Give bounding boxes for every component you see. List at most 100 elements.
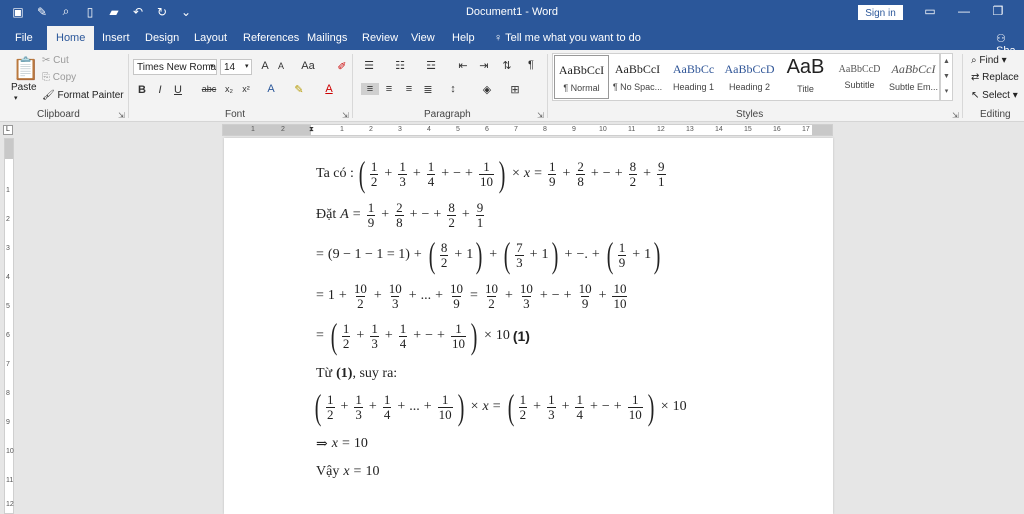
bullets-icon[interactable]: ☰ [362, 59, 376, 72]
minimize-icon[interactable]: — [954, 4, 974, 18]
ruler-tick: 12 [657, 126, 665, 133]
copy-icon: ⎘ [42, 72, 53, 83]
restore-icon[interactable]: ❐ [988, 4, 1008, 18]
ruler-tick: 6 [485, 126, 489, 133]
select-button[interactable]: ↖ Select ▾ [971, 90, 1018, 101]
math-line-8: ⇒ x = 10 [316, 436, 368, 452]
tab-mailings[interactable]: Mailings [307, 32, 347, 44]
font-launcher-icon[interactable]: ⇲ [342, 111, 349, 120]
strikethrough-icon[interactable]: abc [200, 84, 218, 94]
tab-file[interactable]: File [15, 32, 33, 44]
cut-button[interactable]: ✂ Cut [42, 55, 69, 66]
tab-help[interactable]: Help [452, 32, 475, 44]
style-title[interactable]: AaB Title [778, 55, 833, 99]
tab-review[interactable]: Review [362, 32, 398, 44]
show-marks-icon[interactable]: ¶ [524, 59, 538, 71]
person-icon: ⚇ [996, 33, 1006, 45]
bold-icon[interactable]: B [135, 84, 149, 96]
text-effects-icon[interactable]: A [264, 83, 278, 95]
font-size-dropdown-icon[interactable]: ▾ [245, 62, 249, 70]
superscript-icon[interactable]: x² [239, 84, 253, 94]
document-page[interactable]: Ta có : ( 1 2 + 1 3 + 1 4 + − + 1 10 ) × x = 1 9 + 2 8 +… [224, 138, 833, 514]
font-name-dropdown-icon[interactable]: ▾ [210, 62, 214, 70]
styles-group-label: Styles [736, 109, 764, 120]
underline-icon[interactable]: U [171, 84, 185, 96]
style-heading-1[interactable]: AaBbCc Heading 1 [666, 55, 721, 99]
paragraph-launcher-icon[interactable]: ⇲ [537, 111, 544, 120]
tab-layout[interactable]: Layout [194, 32, 227, 44]
align-right-icon[interactable]: ≡ [402, 83, 416, 95]
style-heading-2[interactable]: AaBbCcD Heading 2 [722, 55, 777, 99]
clear-formatting-icon[interactable]: ✐ [335, 60, 349, 73]
shading-icon[interactable]: ◈ [480, 83, 494, 96]
tell-me-search[interactable]: ♀ Tell me what you want to do [494, 32, 641, 44]
tab-insert[interactable]: Insert [102, 32, 130, 44]
horizontal-ruler[interactable]: 1 2 ⧗ 1 2 3 4 5 6 7 8 9 10 11 12 13 14 1… [222, 124, 833, 136]
subscript-icon[interactable]: x₂ [222, 84, 236, 94]
ruler-tick: 10 [6, 448, 14, 455]
justify-icon[interactable]: ≣ [421, 83, 435, 96]
ruler-tick: 5 [6, 303, 10, 310]
group-divider [962, 54, 963, 118]
scroll-up-icon[interactable]: ▲ [941, 54, 952, 69]
paste-icon[interactable]: 📋 [12, 56, 39, 82]
ruler-tick: 16 [773, 126, 781, 133]
math-line-2: Đặt A = 1 9 + 2 8 + − + 8 2 + 91 [316, 199, 485, 230]
ruler-tick: 2 [369, 126, 373, 133]
title-bar: ▣ ✎ ⌕ ▯ ▰ ↶ ↻ ⌄ Document1 - Word Sign in… [0, 0, 1024, 26]
ruler-tick: 8 [543, 126, 547, 133]
line-spacing-icon[interactable]: ↕ [446, 83, 460, 95]
highlight-icon[interactable]: ✎ [292, 83, 306, 96]
format-painter-button[interactable]: 🖌 Format Painter [42, 90, 124, 101]
style-sample: AaBbCcD [724, 62, 775, 76]
top-margin-region [5, 139, 13, 159]
sort-icon[interactable]: ⇅ [500, 59, 514, 72]
copy-button[interactable]: ⎘ Copy [42, 72, 76, 83]
change-case-icon[interactable]: Aa [298, 60, 318, 72]
style-normal[interactable]: AaBbCcI ¶ Normal [554, 55, 609, 99]
tab-references[interactable]: References [243, 32, 299, 44]
sign-in-button[interactable]: Sign in [858, 5, 903, 20]
ruler-tick: 11 [6, 477, 14, 484]
clipboard-launcher-icon[interactable]: ⇲ [118, 111, 125, 120]
align-left-icon[interactable]: ≡ [361, 83, 379, 95]
multilevel-list-icon[interactable]: ☲ [424, 59, 438, 72]
text-line-6: Từ (1) , suy ra: [316, 364, 397, 384]
paste-button[interactable]: Paste [11, 82, 37, 93]
tab-selector[interactable]: L [3, 125, 13, 135]
line-6-mark: (1) [336, 366, 353, 381]
styles-scroll[interactable]: ▲ ▼ ▾ [940, 53, 953, 101]
style-subtle-emphasis[interactable]: AaBbCcI Subtle Em... [886, 55, 941, 99]
scroll-down-icon[interactable]: ▼ [941, 69, 952, 84]
ruler-tick: 4 [427, 126, 431, 133]
right-margin-region [812, 125, 832, 135]
numbering-icon[interactable]: ☷ [393, 59, 407, 72]
italic-icon[interactable]: I [153, 84, 167, 96]
grow-font-icon[interactable]: A [258, 60, 272, 72]
replace-button[interactable]: ⇄ Replace [971, 72, 1019, 83]
style-no-spacing[interactable]: AaBbCcI ¶ No Spac... [610, 55, 665, 99]
find-button[interactable]: ⌕ Find ▾ [971, 55, 1007, 66]
vertical-ruler[interactable]: 1 2 3 4 5 6 7 8 9 10 11 12 [4, 138, 14, 514]
tab-design[interactable]: Design [145, 32, 179, 44]
style-name: Subtitle [844, 80, 875, 90]
ruler-tick: 1 [251, 126, 255, 133]
more-styles-icon[interactable]: ▾ [941, 84, 952, 99]
increase-indent-icon[interactable]: ⇥ [477, 59, 491, 72]
decrease-indent-icon[interactable]: ⇤ [456, 59, 470, 72]
style-sample: AaBbCc [672, 62, 715, 76]
tab-view[interactable]: View [411, 32, 435, 44]
borders-icon[interactable]: ⊞ [508, 83, 522, 96]
styles-launcher-icon[interactable]: ⇲ [952, 111, 959, 120]
font-color-icon[interactable]: A [322, 83, 336, 95]
format-painter-label: Format Painter [57, 90, 124, 101]
shrink-font-icon[interactable]: A [274, 61, 288, 71]
paste-dropdown-icon[interactable]: ▾ [14, 94, 18, 102]
align-center-icon[interactable]: ≡ [382, 83, 396, 95]
line-6-suffix: , suy ra: [352, 366, 398, 381]
font-name-box[interactable]: Times New Roma [133, 59, 217, 75]
style-subtitle[interactable]: AaBbCcD Subtitle [832, 55, 887, 99]
tab-home[interactable]: Home [47, 26, 95, 50]
indent-marker-icon[interactable]: ⧗ [309, 126, 314, 134]
ribbon-display-icon[interactable]: ▭ [920, 4, 940, 18]
